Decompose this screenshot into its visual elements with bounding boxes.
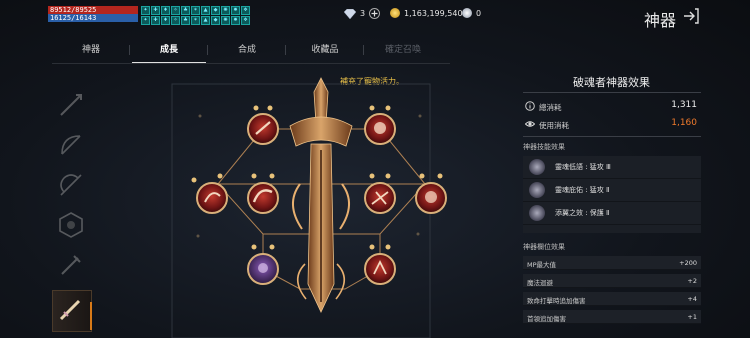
panel-title: 破魂者神器效果 (573, 76, 650, 89)
diamond-icon (344, 8, 356, 19)
crossbow-icon[interactable] (56, 170, 86, 200)
eye-icon[interactable] (525, 119, 535, 129)
buff-icon: ✚ (151, 16, 160, 25)
skill-row[interactable]: 靈魂低語 : 猛攻 Ⅲ (523, 156, 701, 179)
used-cost-row: 使用消耗 1,160 (523, 118, 701, 132)
stat-label: 首領追加傷害 (527, 315, 566, 323)
buff-icon: ✶ (191, 16, 200, 25)
silver-coin-icon (462, 8, 472, 18)
stat-value: +2 (687, 277, 697, 285)
buff-icon: ▲ (201, 6, 210, 15)
skill-row[interactable]: 靈魂庇佑 : 猛攻 Ⅱ (523, 179, 701, 202)
buff-icon: ✶ (191, 6, 200, 15)
greatsword-icon[interactable] (56, 294, 86, 324)
artifact-node[interactable] (247, 253, 279, 285)
dagger-icon[interactable] (56, 250, 86, 280)
stat-row: 魔法迴避 +2 (523, 274, 701, 288)
skills-header: 神器技能效果 (523, 143, 565, 151)
used-cost-label: 使用消耗 (539, 121, 569, 130)
buff-icon: ❖ (241, 16, 250, 25)
skill-icon (529, 182, 545, 198)
hp-text: 89512/89525 (50, 6, 97, 14)
info-icon[interactable] (525, 101, 535, 111)
buff-icon: ✹ (231, 16, 240, 25)
buff-icon: ✺ (221, 6, 230, 15)
exit-icon[interactable] (682, 7, 700, 25)
artifact-growth-board (171, 77, 447, 338)
buff-icons[interactable]: ✦ ✦ ✚ ✚ ♦ ♦ ✧ ✧ ♣ ♣ ✶ ✶ ▲ ▲ ◆ ◆ ✺ ✺ ✹ ✹ ❖ ❖ (141, 6, 250, 25)
divider (523, 136, 701, 137)
silver-currency: 0 (462, 8, 481, 18)
skill-label: 靈魂庇佑 : 猛攻 Ⅱ (555, 186, 610, 194)
buff-icon: ✦ (141, 16, 150, 25)
sword-artifact (289, 77, 353, 313)
used-cost-value: 1,160 (671, 118, 697, 128)
stat-value: +200 (679, 259, 697, 267)
gold-amount: 1,163,199,540 (404, 8, 463, 18)
buff-icon: ✹ (231, 6, 240, 15)
divider (523, 92, 701, 93)
gold-coin-icon (390, 8, 400, 18)
gem-count: 3 (360, 9, 366, 18)
skill-icon (529, 159, 545, 175)
buff-icon: ▲ (201, 16, 210, 25)
buff-icon: ♦ (161, 6, 170, 15)
total-cost-row: 總消耗 1,311 (523, 100, 701, 114)
tab-collection[interactable]: 收藏品 (286, 36, 364, 64)
buff-icon: ✧ (171, 16, 180, 25)
tab-bar: 神器 成長 合成 收藏品 確定召喚 (52, 36, 442, 64)
skill-icon (529, 205, 545, 221)
artifact-node[interactable] (247, 113, 279, 145)
artifact-node[interactable] (196, 182, 228, 214)
game-screen: 89512/89525 16125/16143 ✦ ✦ ✚ ✚ ♦ ♦ ✧ ✧ ♣ ♣ ✶… (0, 0, 750, 338)
buff-icon: ◆ (211, 6, 220, 15)
total-cost-label: 總消耗 (539, 103, 562, 112)
tab-synthesis[interactable]: 合成 (208, 36, 286, 64)
artifact-node[interactable] (364, 253, 396, 285)
buff-icon: ✦ (141, 6, 150, 15)
buff-icon: ♦ (161, 16, 170, 25)
artifact-node[interactable] (247, 182, 279, 214)
weapon-type-rail (52, 86, 92, 332)
artifact-node[interactable] (364, 113, 396, 145)
tab-growth[interactable]: 成長 (130, 36, 208, 64)
buff-icon: ◆ (211, 16, 220, 25)
stat-label: 致命打擊時追加傷害 (527, 297, 586, 305)
spear-icon[interactable] (56, 90, 86, 120)
orb-icon[interactable] (56, 210, 86, 240)
top-bar: 89512/89525 16125/16143 ✦ ✦ ✚ ✚ ♦ ♦ ✧ ✧ ♣ ♣ ✶… (0, 0, 750, 34)
stat-value: +4 (687, 295, 697, 303)
total-cost-value: 1,311 (671, 100, 697, 110)
stat-value: +1 (687, 313, 697, 321)
stats-header: 神器欄位效果 (523, 243, 565, 251)
bow-icon[interactable] (56, 130, 86, 160)
silver-amount: 0 (476, 8, 482, 18)
buff-icon: ✺ (221, 16, 230, 25)
artifact-node[interactable] (364, 182, 396, 214)
skill-label: 靈魂低語 : 猛攻 Ⅲ (555, 163, 611, 171)
stat-label: 魔法迴避 (527, 279, 553, 287)
buff-icon: ✧ (171, 6, 180, 15)
buff-icon: ❖ (241, 6, 250, 15)
artifact-node[interactable] (415, 182, 447, 214)
tab-confirm-summon[interactable]: 確定召喚 (364, 36, 442, 64)
stat-row: MP最大值 +200 (523, 256, 701, 270)
gem-currency[interactable]: 3 (344, 8, 381, 19)
buff-icon: ✚ (151, 6, 160, 15)
skill-row-partial (523, 225, 701, 233)
skill-label: 添翼之效 : 保護 Ⅱ (555, 209, 610, 217)
stat-row: 致命打擊時追加傷害 +4 (523, 292, 701, 306)
skill-row[interactable]: 添翼之效 : 保護 Ⅱ (523, 202, 701, 225)
buff-icon: ♣ (181, 16, 190, 25)
gold-currency: 1,163,199,540 (390, 8, 463, 18)
mp-text: 16125/16143 (50, 14, 97, 22)
buff-icon: ♣ (181, 6, 190, 15)
selected-indicator (90, 302, 92, 330)
window-title: 神器 (644, 11, 677, 30)
stat-row: 首領追加傷害 +1 (523, 310, 701, 324)
tab-artifact[interactable]: 神器 (52, 36, 130, 64)
artifact-effect-panel: 破魂者神器效果 總消耗 1,311 使用消耗 1,160 神器技能效果 靈魂低語… (519, 70, 704, 338)
stat-label: MP最大值 (527, 261, 557, 269)
add-icon[interactable] (369, 8, 381, 19)
